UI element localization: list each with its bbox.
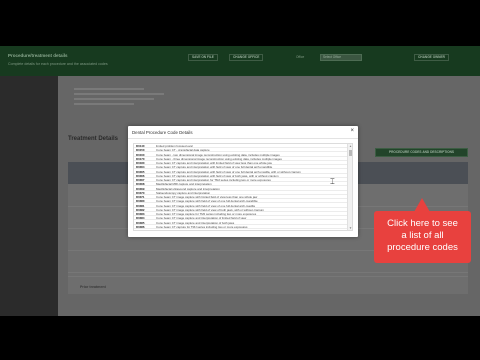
procedure-code: D0366 [136,173,145,178]
procedure-code: D0382 [136,207,145,212]
table-row [68,272,468,273]
procedure-description: Cone beam CT capture and interpretation … [156,165,273,170]
change-owner-button[interactable]: CHANGE OWNER [414,54,449,61]
procedure-description: Cone beam CT capture and interpretation … [156,169,301,174]
modal-title: Dental Procedure Code Details [132,130,193,135]
all-procedure-codes-button[interactable]: PROCEDURE CODES AND DESCRIPTIONS [375,148,468,157]
procedure-description: Cone beam CT image capture with field of… [156,203,255,208]
annotation-callout: Click here to see a list of all procedure … [374,211,471,263]
procedure-description: Cone beam CT image capture and interpret… [156,220,235,225]
procedure-code: D0380 [136,199,145,204]
code-row[interactable]: D0368 Maxillofacial MRI capture and inter… [134,182,348,187]
code-row[interactable]: D0369 Maxillofacial ultrasound capture an… [134,187,348,191]
info-line [74,98,154,100]
prior-treatment-label: Prior treatment [80,285,106,289]
procedure-code: D0384 [136,216,145,221]
code-row[interactable]: D0365 Cone beam CT capture and interpreta… [134,170,348,174]
scroll-up-icon[interactable]: ▲ [348,144,352,148]
procedure-code: D0386 [136,224,145,229]
info-line [74,93,164,95]
code-row[interactable]: D0386 Cone beam CT capture for TMJ series… [134,225,348,229]
procedure-code: D0368 [136,182,145,187]
procedure-code: D0170 [136,156,145,161]
procedure-code: D0367 [136,178,145,182]
procedure-code: D0365 [136,169,145,174]
callout-line: Click here to see [387,218,458,229]
procedure-code: D0385 [136,220,145,225]
procedure-description: Cone beam CT capture and interpretation … [156,173,279,178]
procedure-description: Cone beam CT image capture for TMJ serie… [156,212,257,216]
callout-text: Click here to see a list of all procedure … [374,218,471,254]
code-row[interactable]: D0385 Cone beam CT image capture and inte… [134,221,348,225]
procedure-code: D0381 [136,203,145,208]
office-select-label: Office [296,55,305,59]
procedure-code: D0370 [136,190,145,195]
procedure-code: D0383 [136,212,145,216]
close-icon[interactable]: × [350,128,354,134]
procedure-description: Cone beam - three dimensional image reco… [156,156,282,161]
code-row[interactable]: D0371 Cone beam CT image capture with lim… [134,195,348,200]
save-button[interactable]: SAVE ON FILE [188,54,218,61]
scroll-down-icon[interactable]: ▼ [348,226,352,230]
code-row[interactable]: D0367 Cone beam CT capture and interpreta… [134,178,348,183]
video-frame: Procedure/treatment details Complete det… [0,0,480,360]
code-row[interactable]: D0366 Cone beam CT capture and interpreta… [134,174,348,178]
app-subtitle: Complete details for each procedure and … [8,62,108,66]
code-row[interactable]: D0364 Cone beam CT capture and interpreta… [134,165,348,170]
app-title: Procedure/treatment details [8,53,68,58]
info-line [74,88,144,90]
procedure-description: Maxillofacial ultrasound capture and int… [156,186,220,191]
scrollbar[interactable]: ▲ ▼ [347,144,352,230]
mouse-cursor-icon: ⌶ [330,177,335,186]
procedure-code: D0364 [136,165,145,170]
prior-treatment-section [68,276,468,306]
procedure-code: D0369 [136,186,145,191]
code-row[interactable]: D0160 Cone beam - two dimensional image r… [134,153,348,157]
procedure-description: Cone beam CT image capture with field of… [156,199,258,204]
code-row[interactable]: D0381 Cone beam CT image capture with fie… [134,204,348,208]
procedure-code: D0180 [136,161,145,165]
procedure-code: D0160 [136,152,145,157]
procedure-description: Cone beam CT - craniofacial data capture [156,148,210,153]
code-row[interactable]: D0382 Cone beam CT image capture with fie… [134,208,348,212]
procedure-code: D0140 [136,144,145,148]
procedure-description: Cone beam - two dimensional image recons… [156,152,280,157]
procedure-description: limited problem focused eval [156,144,193,148]
procedure-description: Maxillofacial MRI capture and interpreta… [156,182,212,187]
sidebar [0,76,58,316]
procedure-description: Cone beam CT image capture with field of… [156,207,264,212]
callout-arrow-icon [414,198,430,212]
code-row[interactable]: D0140 limited problem focused eval [134,144,348,149]
modal-divider [128,138,358,139]
procedure-code: D0371 [136,195,145,199]
change-office-button[interactable]: CHANGE OFFICE [229,54,264,61]
procedure-code-list[interactable]: D0386 Cone beam CT capture for TMJ series… [133,143,353,231]
callout-line: procedure codes [387,242,458,253]
code-row[interactable]: D0170 Cone beam - three dimensional image… [134,157,348,161]
procedure-codes-modal: Dental Procedure Code Details × D0386 Con… [128,126,358,237]
code-row[interactable]: D0370 Sialoendoscopy capture and interpre… [134,191,348,195]
code-row[interactable]: D0384 Cone beam CT image capture and inte… [134,216,348,221]
code-row[interactable]: D0180 Cone beam CT capture and interpreta… [134,161,348,166]
procedure-description: Cone beam CT image capture and interpret… [156,216,247,221]
procedure-description: Cone beam CT image capture with limited … [156,195,258,199]
office-select[interactable]: Select Office [320,54,362,61]
app-header: Procedure/treatment details Complete det… [0,46,480,76]
procedure-description: Cone beam CT capture for TMJ series incl… [156,224,248,229]
procedure-description: Cone beam CT capture and interpretation … [156,178,271,182]
info-line [74,103,134,105]
procedure-description: Cone beam CT capture and interpretation … [156,161,272,165]
callout-line: a list of all [401,230,444,241]
procedure-code: D0150 [136,148,145,153]
code-row[interactable]: D0150 Cone beam CT - craniofacial data ca… [134,148,348,153]
code-row[interactable]: D0380 Cone beam CT image capture with fie… [134,199,348,204]
scroll-thumb[interactable] [349,150,352,156]
code-row[interactable]: D0383 Cone beam CT image capture for TMJ … [134,212,348,217]
section-title: Treatment Details [68,136,119,142]
procedure-description: Sialoendoscopy capture and interpretatio… [156,190,211,195]
